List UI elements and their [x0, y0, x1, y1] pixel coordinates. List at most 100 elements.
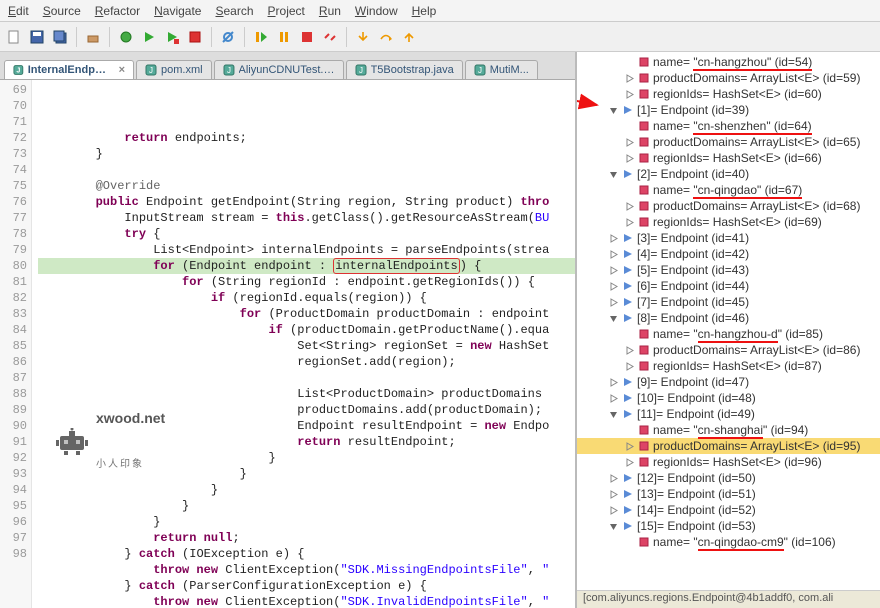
tree-node[interactable]: [9]= Endpoint (id=47) — [577, 374, 880, 390]
expand-icon[interactable] — [625, 138, 637, 147]
tree-node[interactable]: [7]= Endpoint (id=45) — [577, 294, 880, 310]
step-return-icon[interactable] — [399, 27, 419, 47]
tree-node[interactable]: [11]= Endpoint (id=49) — [577, 406, 880, 422]
tree-node[interactable]: productDomains= ArrayList<E> (id=65) — [577, 134, 880, 150]
menu-project[interactable]: Project — [268, 4, 305, 18]
tab-internalendpoin-[interactable]: JInternalEndpoin...× — [4, 60, 134, 79]
tree-node[interactable]: productDomains= ArrayList<E> (id=95) — [577, 438, 880, 454]
tree-node[interactable]: [8]= Endpoint (id=46) — [577, 310, 880, 326]
menu-edit[interactable]: Edit — [8, 4, 29, 18]
code-line[interactable]: if (regionId.equals(region)) { — [38, 290, 575, 306]
expand-icon[interactable] — [625, 458, 637, 467]
menu-search[interactable]: Search — [215, 4, 253, 18]
step-over-icon[interactable] — [376, 27, 396, 47]
menu-run[interactable]: Run — [319, 4, 341, 18]
expand-icon[interactable] — [609, 106, 621, 115]
code-line[interactable]: } — [38, 514, 575, 530]
resume-icon[interactable] — [251, 27, 271, 47]
code-line[interactable]: } — [38, 146, 575, 162]
tree-node[interactable]: [5]= Endpoint (id=43) — [577, 262, 880, 278]
code-line[interactable]: } catch (IOException e) { — [38, 546, 575, 562]
tab-pom-xml[interactable]: Jpom.xml — [136, 60, 212, 79]
code-line[interactable]: } catch (ParserConfigurationException e)… — [38, 578, 575, 594]
disconnect-icon[interactable] — [320, 27, 340, 47]
expand-icon[interactable] — [609, 250, 621, 259]
code-body[interactable]: xwood.net 小人印象 return endpoints; } @Over… — [32, 80, 575, 608]
code-line[interactable]: @Override — [38, 178, 575, 194]
tree-node[interactable]: productDomains= ArrayList<E> (id=68) — [577, 198, 880, 214]
tree-node[interactable]: [15]= Endpoint (id=53) — [577, 518, 880, 534]
tree-node[interactable]: regionIds= HashSet<E> (id=96) — [577, 454, 880, 470]
code-line[interactable]: Set<String> regionSet = new HashSet — [38, 338, 575, 354]
tree-node[interactable]: regionIds= HashSet<E> (id=66) — [577, 150, 880, 166]
expand-icon[interactable] — [625, 362, 637, 371]
code-line[interactable]: for (String regionId : endpoint.getRegio… — [38, 274, 575, 290]
save-icon[interactable] — [27, 27, 47, 47]
save-all-icon[interactable] — [50, 27, 70, 47]
tree-node[interactable]: regionIds= HashSet<E> (id=60) — [577, 86, 880, 102]
new-icon[interactable] — [4, 27, 24, 47]
variables-tree[interactable]: name= "cn-hangzhou" (id=54) productDomain… — [577, 52, 880, 590]
tree-node[interactable]: name= "cn-hangzhou" (id=54) — [577, 54, 880, 70]
expand-icon[interactable] — [609, 394, 621, 403]
pause-icon[interactable] — [274, 27, 294, 47]
ext-tools-icon[interactable] — [185, 27, 205, 47]
expand-icon[interactable] — [609, 282, 621, 291]
expand-icon[interactable] — [609, 490, 621, 499]
expand-icon[interactable] — [625, 74, 637, 83]
coverage-icon[interactable] — [162, 27, 182, 47]
code-line[interactable]: public Endpoint getEndpoint(String regio… — [38, 194, 575, 210]
tab-mutim-[interactable]: JMutiM... — [465, 60, 538, 79]
tree-node[interactable]: productDomains= ArrayList<E> (id=86) — [577, 342, 880, 358]
expand-icon[interactable] — [609, 410, 621, 419]
expand-icon[interactable] — [625, 154, 637, 163]
expand-icon[interactable] — [609, 506, 621, 515]
tree-node[interactable]: [2]= Endpoint (id=40) — [577, 166, 880, 182]
menu-window[interactable]: Window — [355, 4, 398, 18]
tree-node[interactable]: name= "cn-qingdao" (id=67) — [577, 182, 880, 198]
tab-t5bootstrap-java[interactable]: JT5Bootstrap.java — [346, 60, 463, 79]
code-line[interactable]: return endpoints; — [38, 130, 575, 146]
expand-icon[interactable] — [625, 346, 637, 355]
tree-node[interactable]: name= "cn-shanghai" (id=94) — [577, 422, 880, 438]
expand-icon[interactable] — [625, 442, 637, 451]
tree-node[interactable]: [4]= Endpoint (id=42) — [577, 246, 880, 262]
menu-source[interactable]: Source — [43, 4, 81, 18]
tree-node[interactable]: [10]= Endpoint (id=48) — [577, 390, 880, 406]
tree-node[interactable]: name= "cn-shenzhen" (id=64) — [577, 118, 880, 134]
stop-icon[interactable] — [297, 27, 317, 47]
expand-icon[interactable] — [625, 202, 637, 211]
menu-help[interactable]: Help — [412, 4, 437, 18]
build-icon[interactable] — [83, 27, 103, 47]
tree-node[interactable]: [3]= Endpoint (id=41) — [577, 230, 880, 246]
tree-node[interactable]: [12]= Endpoint (id=50) — [577, 470, 880, 486]
expand-icon[interactable] — [609, 314, 621, 323]
tree-node[interactable]: [13]= Endpoint (id=51) — [577, 486, 880, 502]
run-icon[interactable] — [139, 27, 159, 47]
tab-aliyuncdnutest-j-[interactable]: JAliyunCDNUTest.j... — [214, 60, 344, 79]
tree-node[interactable]: regionIds= HashSet<E> (id=87) — [577, 358, 880, 374]
code-line[interactable]: try { — [38, 226, 575, 242]
menu-refactor[interactable]: Refactor — [95, 4, 140, 18]
menu-navigate[interactable]: Navigate — [154, 4, 201, 18]
expand-icon[interactable] — [609, 266, 621, 275]
close-icon[interactable]: × — [119, 64, 125, 76]
expand-icon[interactable] — [609, 474, 621, 483]
tree-node[interactable]: [1]= Endpoint (id=39) — [577, 102, 880, 118]
expand-icon[interactable] — [625, 90, 637, 99]
code-line[interactable]: for (Endpoint endpoint : internalEndpoin… — [38, 258, 575, 274]
code-line[interactable]: if (productDomain.getProductName().equa — [38, 322, 575, 338]
code-line[interactable]: InputStream stream = this.getClass().get… — [38, 210, 575, 226]
expand-icon[interactable] — [609, 378, 621, 387]
expand-icon[interactable] — [609, 170, 621, 179]
code-line[interactable]: throw new ClientException("SDK.InvalidEn… — [38, 594, 575, 608]
code-line[interactable]: return null; — [38, 530, 575, 546]
skip-bp-icon[interactable] — [218, 27, 238, 47]
code-line[interactable] — [38, 162, 575, 178]
step-into-icon[interactable] — [353, 27, 373, 47]
code-editor[interactable]: 6970717273747576777879808182838485868788… — [0, 80, 575, 608]
tree-node[interactable]: [14]= Endpoint (id=52) — [577, 502, 880, 518]
expand-icon[interactable] — [609, 234, 621, 243]
tree-node[interactable]: regionIds= HashSet<E> (id=69) — [577, 214, 880, 230]
tree-node[interactable]: [6]= Endpoint (id=44) — [577, 278, 880, 294]
